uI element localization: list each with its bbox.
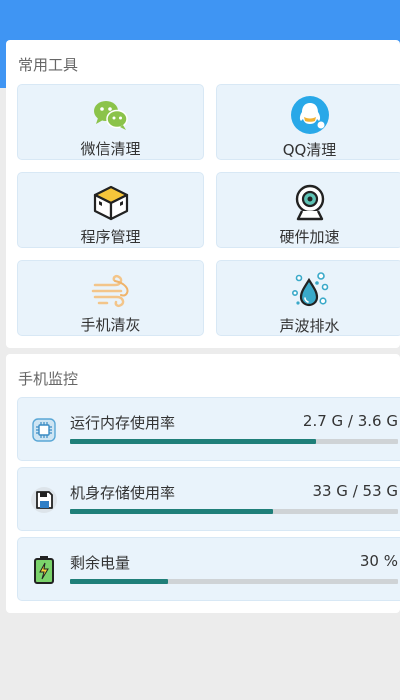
- phone-monitor-title: 手机监控: [18, 370, 79, 388]
- tool-dust-clean[interactable]: 手机清灰: [17, 260, 204, 336]
- phone-monitor-card: 手机监控 运行内存使用率 2.7 G / 3.6 G 机身存储使用率 33 G …: [6, 354, 400, 613]
- usage-progress-track: [70, 439, 398, 444]
- wind-icon: [91, 271, 131, 310]
- box-icon: [91, 183, 131, 222]
- tool-label: 声波排水: [279, 317, 340, 335]
- usage-progress-fill: [70, 579, 169, 584]
- monitor-label: 剩余电量: [70, 554, 131, 572]
- common-tools-card: 常用工具 微信清理 QQ清理 程序管理 硬件加速 手机清灰 声波排水: [6, 40, 400, 348]
- tool-label: 微信清理: [80, 140, 141, 158]
- battery-icon: [28, 554, 60, 586]
- tool-app-manager[interactable]: 程序管理: [17, 172, 204, 248]
- tool-label: 程序管理: [80, 228, 141, 246]
- usage-progress-fill: [70, 439, 316, 444]
- qq-icon: [290, 95, 330, 135]
- tool-label: 手机清灰: [80, 316, 141, 334]
- usage-progress-track: [70, 509, 398, 514]
- tool-qq-clean[interactable]: QQ清理: [216, 84, 400, 160]
- tool-wechat-clean[interactable]: 微信清理: [17, 84, 204, 160]
- monitor-battery-level[interactable]: 剩余电量 30 %: [17, 537, 400, 601]
- monitor-ram-usage[interactable]: 运行内存使用率 2.7 G / 3.6 G: [17, 397, 400, 461]
- wechat-icon: [91, 95, 131, 134]
- tool-label: 硬件加速: [279, 228, 340, 246]
- tool-hardware-boost[interactable]: 硬件加速: [216, 172, 400, 248]
- monitor-value: 30 %: [359, 552, 398, 570]
- camera-icon: [290, 183, 330, 222]
- monitor-label: 机身存储使用率: [70, 484, 176, 502]
- chip-icon: [28, 414, 60, 446]
- water-drop-icon: [290, 271, 330, 311]
- tool-sound-drain[interactable]: 声波排水: [216, 260, 400, 336]
- common-tools-title: 常用工具: [18, 56, 79, 74]
- storage-icon: [28, 484, 60, 516]
- monitor-label: 运行内存使用率: [70, 414, 176, 432]
- usage-progress-track: [70, 579, 398, 584]
- usage-progress-fill: [70, 509, 274, 514]
- monitor-storage-usage[interactable]: 机身存储使用率 33 G / 53 G: [17, 467, 400, 531]
- monitor-value: 33 G / 53 G: [312, 482, 398, 500]
- monitor-value: 2.7 G / 3.6 G: [302, 412, 398, 430]
- tool-label: QQ清理: [282, 141, 337, 159]
